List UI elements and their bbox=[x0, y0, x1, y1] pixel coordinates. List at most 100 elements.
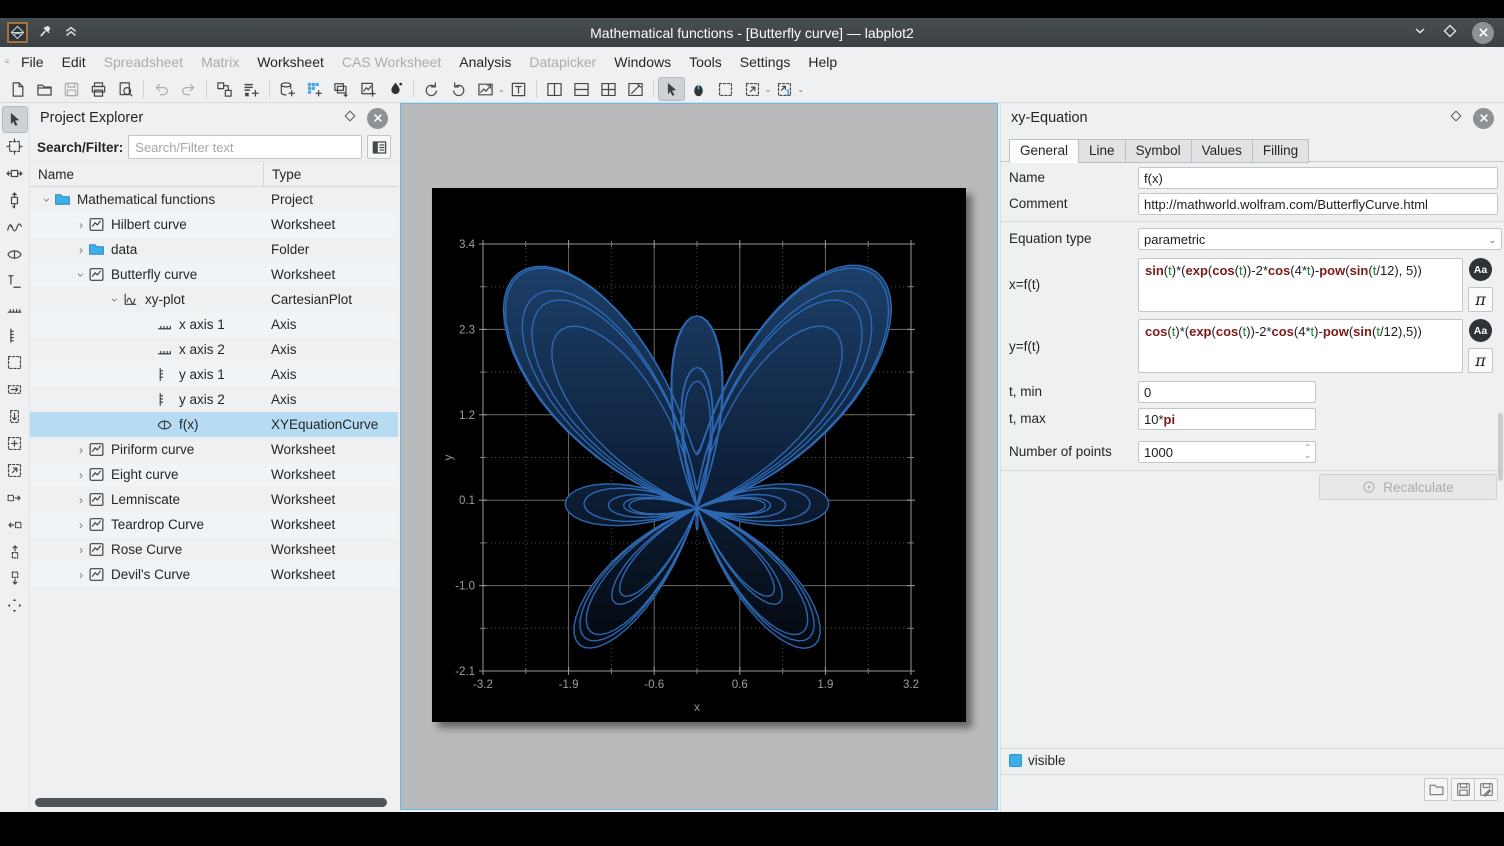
expander-icon[interactable]: › bbox=[74, 468, 88, 482]
new-spreadsheet-button[interactable] bbox=[274, 77, 301, 101]
expander-icon[interactable]: › bbox=[74, 518, 88, 532]
x-axis-button[interactable] bbox=[2, 295, 28, 322]
y-axis-button[interactable] bbox=[2, 322, 28, 349]
menu-item-file[interactable]: File bbox=[12, 50, 53, 74]
tree-row[interactable]: x axis 2 Axis bbox=[30, 337, 398, 362]
close-window-icon[interactable] bbox=[1472, 22, 1494, 44]
menu-item-windows[interactable]: Windows bbox=[605, 50, 680, 74]
menu-item-cas-worksheet[interactable]: CAS Worksheet bbox=[333, 50, 450, 74]
menu-item-edit[interactable]: Edit bbox=[53, 50, 95, 74]
tree-row[interactable]: › Hilbert curve Worksheet bbox=[30, 212, 398, 237]
shift-up-button[interactable] bbox=[2, 538, 28, 565]
new-matrix-button[interactable] bbox=[301, 77, 328, 101]
shade-window-icon[interactable] bbox=[63, 23, 79, 42]
edit-undo-button[interactable] bbox=[148, 77, 175, 101]
rotate-right-button[interactable] bbox=[445, 77, 472, 101]
tree-row[interactable]: › Rose Curve Worksheet bbox=[30, 537, 398, 562]
export-plot-button[interactable] bbox=[472, 77, 499, 101]
tree-row[interactable]: › Devil's Curve Worksheet bbox=[30, 562, 398, 587]
zoom-select-button[interactable] bbox=[2, 349, 28, 376]
text-format-button[interactable]: Aa bbox=[1469, 258, 1492, 281]
expander-icon[interactable]: › bbox=[74, 268, 88, 282]
navigate-button[interactable] bbox=[685, 77, 712, 101]
float-dock-icon[interactable] bbox=[1449, 109, 1463, 127]
vertical-scrollbar[interactable] bbox=[1498, 413, 1503, 481]
document-new-button[interactable] bbox=[4, 77, 31, 101]
tree-row[interactable]: › Lemniscate Worksheet bbox=[30, 487, 398, 512]
dropdown-arrow-icon[interactable]: ⌄ bbox=[498, 85, 505, 94]
tree-row[interactable]: x axis 1 Axis bbox=[30, 312, 398, 337]
tab-values[interactable]: Values bbox=[1191, 139, 1252, 163]
save-as-template-button[interactable] bbox=[1474, 778, 1498, 801]
layout-horizontal-button[interactable] bbox=[568, 77, 595, 101]
text-format-button[interactable]: Aa bbox=[1469, 319, 1492, 342]
tree-row[interactable]: › Teardrop Curve Worksheet bbox=[30, 512, 398, 537]
worksheet-page[interactable]: -3.23.4-1.92.3-0.61.20.60.11.9-1.03.2-2.… bbox=[432, 188, 966, 722]
zoom-fit-button[interactable] bbox=[2, 457, 28, 484]
edit-redo-button[interactable] bbox=[175, 77, 202, 101]
close-dock-icon[interactable] bbox=[1473, 108, 1494, 129]
horizontal-scrollbar[interactable] bbox=[35, 798, 387, 807]
crosshair-button[interactable] bbox=[2, 133, 28, 160]
float-dock-icon[interactable] bbox=[343, 109, 357, 127]
name-field[interactable] bbox=[1138, 167, 1498, 189]
close-dock-icon[interactable] bbox=[367, 108, 388, 129]
expander-icon[interactable]: › bbox=[74, 543, 88, 557]
menu-item-settings[interactable]: Settings bbox=[731, 50, 800, 74]
visible-checkbox[interactable] bbox=[1009, 754, 1022, 767]
dropdown-arrow-icon[interactable]: ⌄ bbox=[765, 85, 772, 94]
comment-field[interactable] bbox=[1138, 193, 1498, 215]
tmax-field[interactable]: 10*pi bbox=[1138, 408, 1316, 430]
tree-row[interactable]: › Piriform curve Worksheet bbox=[30, 437, 398, 462]
menu-item-matrix[interactable]: Matrix bbox=[192, 50, 248, 74]
points-spinbox[interactable]: 1000 ⌃⌄ bbox=[1138, 441, 1316, 463]
select-pointer-button[interactable] bbox=[658, 77, 685, 101]
expander-icon[interactable]: › bbox=[74, 493, 88, 507]
tab-symbol[interactable]: Symbol bbox=[1125, 139, 1191, 163]
document-print-button[interactable] bbox=[85, 77, 112, 101]
search-input[interactable] bbox=[128, 135, 362, 159]
new-workbook-button[interactable] bbox=[211, 77, 238, 101]
dropdown-arrow-icon[interactable]: ⌄ bbox=[797, 85, 804, 94]
shift-right-button[interactable] bbox=[2, 484, 28, 511]
layout-vertical-button[interactable] bbox=[541, 77, 568, 101]
xy-equation-curve-button[interactable] bbox=[2, 241, 28, 268]
visible-checkbox-row[interactable]: visible bbox=[1009, 753, 1066, 768]
menu-item-worksheet[interactable]: Worksheet bbox=[248, 50, 333, 74]
xy-curve-button[interactable] bbox=[2, 214, 28, 241]
scale-arrows-button[interactable] bbox=[2, 592, 28, 619]
x-equation-field[interactable]: sin(t)*(exp(cos(t))-2*cos(4*t)-pow(sin(t… bbox=[1138, 258, 1463, 312]
menu-item-datapicker[interactable]: Datapicker bbox=[520, 50, 605, 74]
expander-icon[interactable]: › bbox=[74, 218, 88, 232]
resize-vertical-button[interactable] bbox=[2, 187, 28, 214]
tab-line[interactable]: Line bbox=[1078, 139, 1125, 163]
tree-row[interactable]: f(x) XYEquationCurve bbox=[30, 412, 398, 437]
labplot-app-icon[interactable] bbox=[7, 22, 28, 43]
maximize-diamond-icon[interactable] bbox=[1442, 23, 1458, 42]
pin-icon[interactable] bbox=[38, 24, 53, 42]
spinbox-arrows-icon[interactable]: ⌃⌄ bbox=[1304, 444, 1311, 460]
print-preview-button[interactable] bbox=[112, 77, 139, 101]
tree-row[interactable]: › xy-plot CartesianPlot bbox=[30, 287, 398, 312]
column-header-name[interactable]: Name bbox=[30, 167, 263, 182]
tree-row[interactable]: › Butterfly curve Worksheet bbox=[30, 262, 398, 287]
zoom-select-button[interactable] bbox=[712, 77, 739, 101]
zoom-select-x-button[interactable] bbox=[2, 376, 28, 403]
save-template-button[interactable] bbox=[1451, 778, 1475, 801]
tree-row[interactable]: › Mathematical functions Project bbox=[30, 187, 398, 212]
zoom-in-button[interactable] bbox=[2, 430, 28, 457]
zoom-fit-button[interactable] bbox=[739, 77, 766, 101]
new-datapicker-button[interactable] bbox=[382, 77, 409, 101]
view-details-button[interactable] bbox=[367, 135, 391, 159]
tree-row[interactable]: y axis 2 Axis bbox=[30, 387, 398, 412]
y-equation-field[interactable]: cos(t)*(exp(cos(t))-2*cos(4*t)-pow(sin(t… bbox=[1138, 319, 1463, 373]
butterfly-plot[interactable]: -3.23.4-1.92.3-0.61.20.60.11.9-1.03.2-2.… bbox=[432, 188, 966, 722]
layout-edit-button[interactable] bbox=[622, 77, 649, 101]
tab-general[interactable]: General bbox=[1009, 139, 1078, 163]
column-header-type[interactable]: Type bbox=[263, 162, 398, 186]
menu-item-tools[interactable]: Tools bbox=[680, 50, 731, 74]
constants-pi-button[interactable]: π bbox=[1468, 287, 1493, 312]
text-label-button[interactable] bbox=[505, 77, 532, 101]
new-worksheet-button[interactable] bbox=[355, 77, 382, 101]
new-workbook-2-button[interactable] bbox=[328, 77, 355, 101]
